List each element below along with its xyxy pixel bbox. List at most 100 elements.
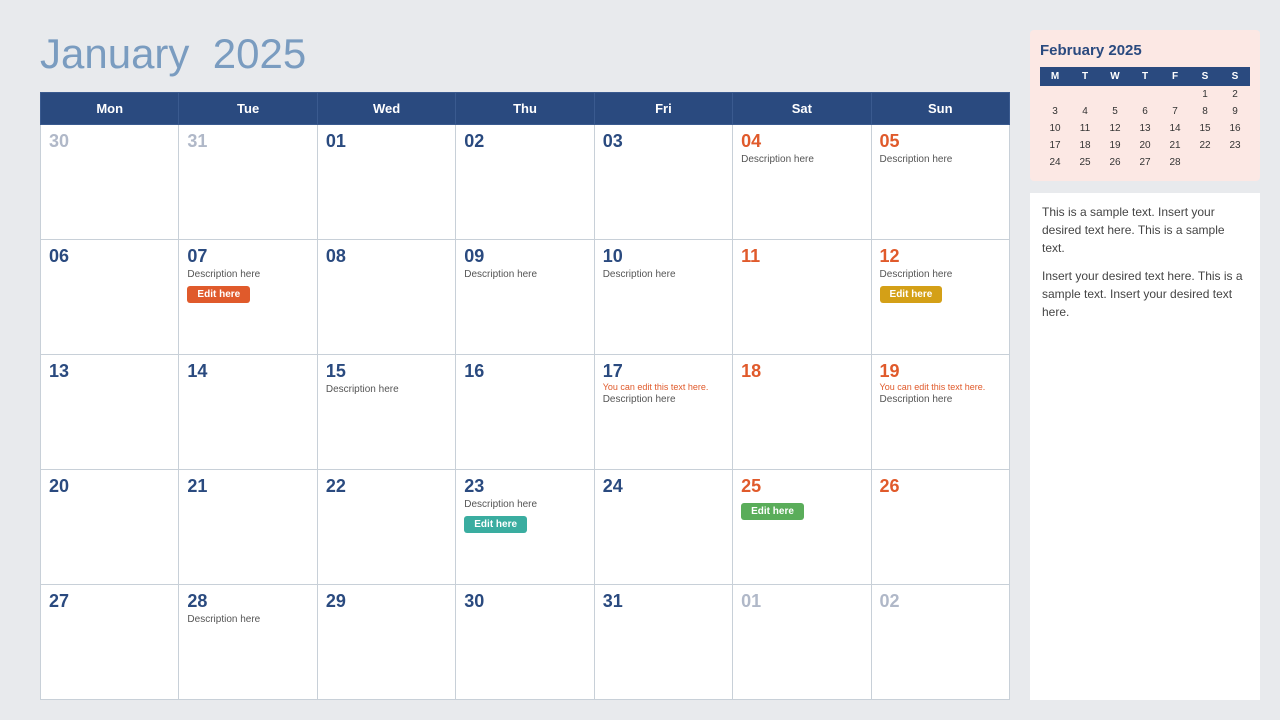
- mini-cal-day: 24: [1040, 154, 1070, 171]
- day-description: Description here: [464, 499, 585, 510]
- calendar-cell: 16: [456, 355, 594, 470]
- calendar-cell: 19You can edit this text here.Descriptio…: [871, 355, 1009, 470]
- day-number: 20: [49, 476, 170, 497]
- day-number: 15: [326, 361, 447, 382]
- mini-cal-day: [1190, 154, 1220, 171]
- mini-cal-day: 2: [1220, 86, 1250, 103]
- edit-button[interactable]: Edit here: [464, 516, 527, 533]
- day-number: 23: [464, 476, 585, 497]
- calendar-header-thu: Thu: [456, 93, 594, 125]
- day-number: 29: [326, 591, 447, 612]
- calendar-cell: 02: [871, 585, 1009, 700]
- day-number: 30: [49, 131, 170, 152]
- day-number: 18: [741, 361, 862, 382]
- calendar-cell: 06: [41, 240, 179, 355]
- mini-cal-day: 27: [1130, 154, 1160, 171]
- mini-cal-day: 15: [1190, 120, 1220, 137]
- calendar-header-sun: Sun: [871, 93, 1009, 125]
- day-number: 25: [741, 476, 862, 497]
- day-number: 11: [741, 246, 862, 267]
- calendar-cell: 03: [594, 125, 732, 240]
- calendar-cell: 22: [317, 470, 455, 585]
- calendar-cell: 23 Description here Edit here: [456, 470, 594, 585]
- day-note: You can edit this text here.: [880, 382, 1001, 392]
- calendar-cell: 17You can edit this text here.Descriptio…: [594, 355, 732, 470]
- day-number: 07: [187, 246, 308, 267]
- day-description: Description here: [603, 269, 724, 280]
- calendar-week-1: 303101020304Description here05Descriptio…: [41, 125, 1010, 240]
- mini-cal-day: [1220, 154, 1250, 171]
- day-number: 31: [187, 131, 308, 152]
- day-number: 17: [603, 361, 724, 382]
- calendar-cell: 20: [41, 470, 179, 585]
- edit-button[interactable]: Edit here: [187, 286, 250, 303]
- sidebar-text-box: This is a sample text. Insert your desir…: [1030, 193, 1260, 700]
- mini-cal-day: 4: [1070, 103, 1100, 120]
- sidebar-text-1: This is a sample text. Insert your desir…: [1042, 203, 1248, 257]
- mini-cal-header: W: [1100, 67, 1130, 86]
- day-number: 28: [187, 591, 308, 612]
- mini-cal-day: 6: [1130, 103, 1160, 120]
- calendar-cell: 29: [317, 585, 455, 700]
- mini-cal-day: 14: [1160, 120, 1190, 137]
- mini-cal-header: S: [1220, 67, 1250, 86]
- calendar-header-wed: Wed: [317, 93, 455, 125]
- mini-cal-day: 17: [1040, 137, 1070, 154]
- day-number: 26: [880, 476, 1001, 497]
- day-number: 02: [880, 591, 1001, 612]
- day-number: 31: [603, 591, 724, 612]
- day-description: Description here: [741, 154, 862, 165]
- calendar-cell: 12Description hereEdit here: [871, 240, 1009, 355]
- edit-button[interactable]: Edit here: [880, 286, 943, 303]
- main-calendar: MonTueWedThuFriSatSun 303101020304Descri…: [40, 92, 1010, 700]
- day-description: Description here: [880, 269, 1001, 280]
- day-number: 04: [741, 131, 862, 152]
- mini-cal-day: 12: [1100, 120, 1130, 137]
- calendar-header-tue: Tue: [179, 93, 317, 125]
- mini-calendar-title: February 2025: [1040, 42, 1250, 59]
- calendar-week-4: 20212223Description hereEdit here2425Edi…: [41, 470, 1010, 585]
- calendar-cell: 26: [871, 470, 1009, 585]
- day-number: 13: [49, 361, 170, 382]
- mini-cal-day: 21: [1160, 137, 1190, 154]
- month-title: January: [40, 30, 189, 77]
- mini-cal-day: [1100, 86, 1130, 103]
- calendar-cell: 14: [179, 355, 317, 470]
- mini-cal-day: [1160, 86, 1190, 103]
- mini-calendar-box: February 2025 MTWTFSS 123456789101112131…: [1030, 30, 1260, 181]
- mini-cal-header: S: [1190, 67, 1220, 86]
- calendar-cell: 27: [41, 585, 179, 700]
- calendar-header-mon: Mon: [41, 93, 179, 125]
- calendar-cell: 04 Description here: [733, 125, 871, 240]
- day-number: 01: [741, 591, 862, 612]
- mini-cal-header: T: [1070, 67, 1100, 86]
- day-number: 09: [464, 246, 585, 267]
- calendar-cell: 24: [594, 470, 732, 585]
- mini-cal-day: 8: [1190, 103, 1220, 120]
- mini-cal-header: F: [1160, 67, 1190, 86]
- year-title: 2025: [213, 30, 306, 77]
- calendar-cell: 13: [41, 355, 179, 470]
- day-number: 24: [603, 476, 724, 497]
- mini-cal-day: 19: [1100, 137, 1130, 154]
- mini-cal-day: 18: [1070, 137, 1100, 154]
- calendar-cell: 02: [456, 125, 594, 240]
- day-description: Description here: [464, 269, 585, 280]
- day-number: 22: [326, 476, 447, 497]
- mini-calendar-table: MTWTFSS 12345678910111213141516171819202…: [1040, 67, 1250, 171]
- mini-cal-day: [1070, 86, 1100, 103]
- calendar-cell: 31: [594, 585, 732, 700]
- calendar-week-3: 131415Description here1617You can edit t…: [41, 355, 1010, 470]
- calendar-cell: 08: [317, 240, 455, 355]
- page-title: January 2025: [40, 30, 1010, 78]
- mini-cal-day: 3: [1040, 103, 1070, 120]
- mini-cal-day: 22: [1190, 137, 1220, 154]
- day-number: 27: [49, 591, 170, 612]
- mini-cal-day: 20: [1130, 137, 1160, 154]
- day-number: 03: [603, 131, 724, 152]
- calendar-header-sat: Sat: [733, 93, 871, 125]
- mini-cal-day: 23: [1220, 137, 1250, 154]
- mini-cal-day: 5: [1100, 103, 1130, 120]
- day-number: 14: [187, 361, 308, 382]
- edit-button[interactable]: Edit here: [741, 503, 804, 520]
